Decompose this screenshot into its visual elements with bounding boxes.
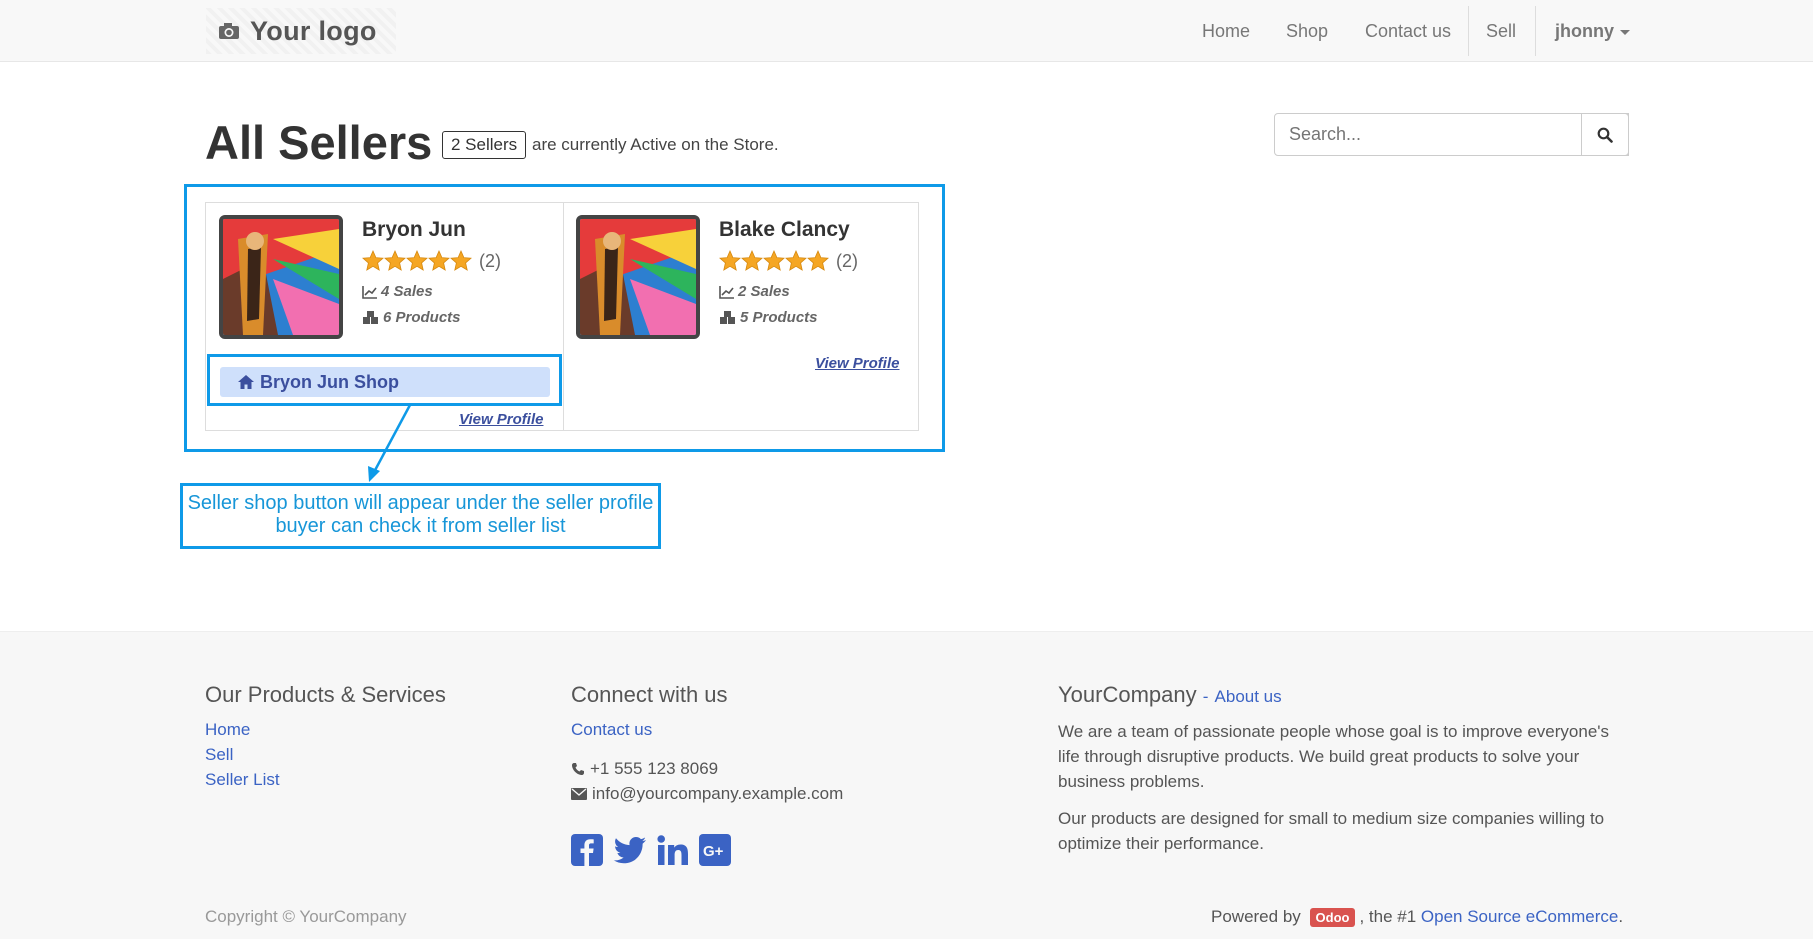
svg-text:G+: G+ xyxy=(703,843,724,860)
shop-button-highlight-box xyxy=(207,354,562,406)
seller-sales: 2 Sales xyxy=(719,283,790,300)
footer-products-title: Our Products & Services xyxy=(205,682,446,707)
odoo-badge[interactable]: Odoo xyxy=(1309,907,1356,927)
open-source-ecommerce-link[interactable]: Open Source eCommerce xyxy=(1421,907,1618,927)
caret-down-icon xyxy=(1620,30,1630,35)
view-profile-link[interactable]: View Profile xyxy=(459,411,543,428)
footer-connect-title: Connect with us xyxy=(571,682,728,707)
search-input[interactable] xyxy=(1274,113,1629,156)
annotation-arrow-icon xyxy=(368,404,412,482)
seller-rating: (2) xyxy=(362,250,501,272)
avatar-image xyxy=(580,219,696,335)
footer-link-seller-list[interactable]: Seller List xyxy=(205,770,280,790)
seller-avatar[interactable] xyxy=(576,215,700,339)
google-plus-icon[interactable]: G+ xyxy=(699,834,731,866)
top-navbar: Your logo Home Shop Contact us Sell jhon… xyxy=(0,0,1813,62)
linkedin-icon[interactable] xyxy=(657,834,689,866)
social-links: G+ xyxy=(571,834,731,866)
footer-about-paragraph-1: We are a team of passionate people whose… xyxy=(1058,722,1610,791)
annotation-line-1: Seller shop button will appear under the… xyxy=(187,492,654,514)
footer-about-separator: - xyxy=(1202,687,1209,706)
chart-line-icon xyxy=(362,285,377,299)
seller-name[interactable]: Blake Clancy xyxy=(719,218,850,242)
seller-products: 6 Products xyxy=(362,309,461,326)
rating-count: (2) xyxy=(836,250,858,271)
copyright-text: Copyright © YourCompany xyxy=(205,907,407,926)
chart-line-icon xyxy=(719,285,734,299)
twitter-icon[interactable] xyxy=(613,834,647,866)
view-profile-link[interactable]: View Profile xyxy=(815,355,899,372)
cubes-icon xyxy=(720,310,735,324)
phone-icon xyxy=(572,763,584,775)
nav-home[interactable]: Home xyxy=(1202,0,1250,62)
footer-company-title: YourCompany - About us xyxy=(1058,682,1282,707)
page-title: All Sellers xyxy=(205,116,433,169)
footer-link-home[interactable]: Home xyxy=(205,720,250,740)
rating-count: (2) xyxy=(479,250,501,271)
nav-shop[interactable]: Shop xyxy=(1286,0,1328,62)
envelope-icon xyxy=(571,788,587,800)
nav-divider xyxy=(1468,6,1469,56)
camera-icon xyxy=(219,23,239,39)
nav-contact-us[interactable]: Contact us xyxy=(1365,0,1451,62)
footer-phone: +1 555 123 8069 xyxy=(571,759,718,779)
footer-email: info@yourcompany.example.com xyxy=(571,784,843,804)
nav-sell[interactable]: Sell xyxy=(1486,0,1516,62)
seller-avatar[interactable] xyxy=(219,215,343,339)
user-name: jhonny xyxy=(1555,20,1614,41)
footer-about-paragraph-2: Our products are designed for small to m… xyxy=(1058,809,1605,853)
seller-sales: 4 Sales xyxy=(362,283,433,300)
cubes-icon xyxy=(363,310,378,324)
avatar-image xyxy=(223,219,339,335)
footer-link-sell[interactable]: Sell xyxy=(205,745,233,765)
annotation-callout: Seller shop button will appear under the… xyxy=(180,483,661,549)
nav-divider xyxy=(1535,6,1536,56)
logo-text: Your logo xyxy=(250,15,377,46)
seller-count-badge: 2 Sellers xyxy=(442,131,527,159)
facebook-icon[interactable] xyxy=(571,834,603,866)
star-rating-icon xyxy=(362,250,472,271)
seller-rating: (2) xyxy=(719,250,858,272)
annotation-line-2: buyer can check it from seller list xyxy=(275,515,566,537)
seller-products: 5 Products xyxy=(719,309,818,326)
seller-name[interactable]: Bryon Jun xyxy=(362,218,466,242)
footer-link-about-us[interactable]: About us xyxy=(1215,687,1282,706)
site-logo[interactable]: Your logo xyxy=(206,8,396,54)
card-divider xyxy=(563,203,564,430)
search-icon xyxy=(1597,127,1613,143)
user-menu[interactable]: jhonny xyxy=(1555,0,1630,62)
footer-link-contact-us[interactable]: Contact us xyxy=(571,720,652,740)
star-rating-icon xyxy=(719,250,829,271)
powered-by: Powered by Odoo , the #1 Open Source eCo… xyxy=(1211,907,1624,927)
search-button[interactable] xyxy=(1581,113,1629,156)
seller-count-text: are currently Active on the Store. xyxy=(532,135,779,154)
